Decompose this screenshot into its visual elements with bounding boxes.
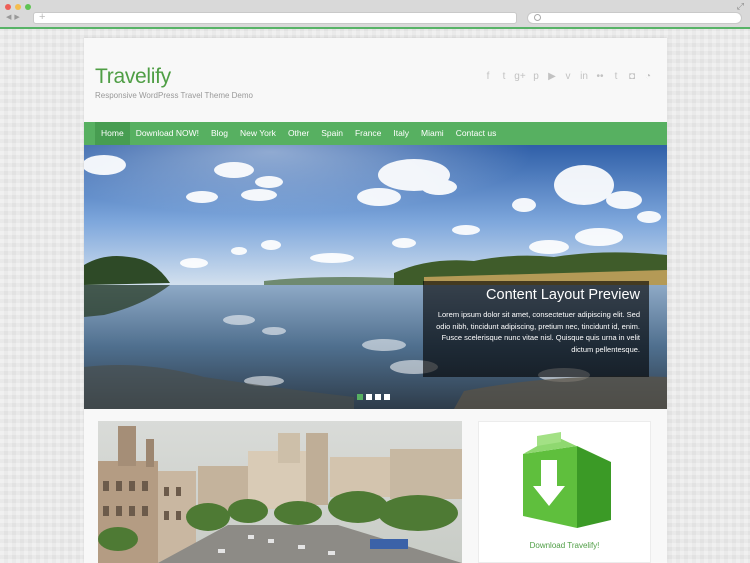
zoom-window-button[interactable] <box>25 4 31 10</box>
linkedin-icon[interactable]: in <box>578 71 590 82</box>
slide-caption[interactable]: Content Layout Preview Lorem ipsum dolor… <box>423 281 649 377</box>
plus-icon: + <box>39 11 46 23</box>
resize-icon[interactable]: ⤢ <box>737 1 744 12</box>
nav-item-miami[interactable]: Miami <box>415 122 450 145</box>
search-icon <box>534 14 541 21</box>
download-box-icon[interactable] <box>519 432 613 532</box>
slider-pagination <box>357 394 390 400</box>
slide-caption-text: Lorem ipsum dolor sit amet, consectetuer… <box>436 310 640 354</box>
site-title[interactable]: Travelify <box>95 65 171 89</box>
twitter-icon[interactable]: t <box>498 71 510 82</box>
slider-dot[interactable] <box>357 394 363 400</box>
minimize-window-button[interactable] <box>15 4 21 10</box>
back-forward-arrows-icon[interactable]: ◀▶ <box>6 13 23 21</box>
close-window-button[interactable] <box>5 4 11 10</box>
main-navigation: Home Download NOW! Blog New York Other Spain F… <box>84 122 667 145</box>
instagram-icon[interactable]: ◘ <box>626 71 638 82</box>
slide-caption-title[interactable]: Content Layout Preview <box>431 287 640 303</box>
site-page: Travelify Responsive WordPress Travel Th… <box>84 38 667 563</box>
slider-dot[interactable] <box>366 394 372 400</box>
address-bar[interactable]: + <box>33 11 517 24</box>
youtube-icon[interactable]: ▶ <box>546 71 558 82</box>
nav-item-spain[interactable]: Spain <box>315 122 349 145</box>
social-icons: f t g+ p ▶ v in •• t ◘ ◔ <box>482 71 654 82</box>
post-thumbnail[interactable] <box>98 421 462 563</box>
featured-slider: Content Layout Preview Lorem ipsum dolor… <box>84 145 667 409</box>
nav-item-other[interactable]: Other <box>282 122 315 145</box>
slider-dot[interactable] <box>375 394 381 400</box>
post-thumbnail-image <box>98 421 462 563</box>
nav-item-contact-us[interactable]: Contact us <box>450 122 503 145</box>
nav-item-blog[interactable]: Blog <box>205 122 234 145</box>
flickr-icon[interactable]: •• <box>594 71 606 82</box>
google-plus-icon[interactable]: g+ <box>514 71 526 82</box>
slider-dot[interactable] <box>384 394 390 400</box>
download-link[interactable]: Download Travelify! <box>479 541 650 550</box>
rss-icon[interactable]: ◔ <box>642 71 654 82</box>
site-tagline: Responsive WordPress Travel Theme Demo <box>95 91 253 100</box>
browser-chrome: ◀▶ + ⤢ <box>0 0 750 29</box>
pinterest-icon[interactable]: p <box>530 71 542 82</box>
vimeo-icon[interactable]: v <box>562 71 574 82</box>
tumblr-icon[interactable]: t <box>610 71 622 82</box>
browser-search-field[interactable] <box>527 12 742 24</box>
download-widget: Download Travelify! <box>478 421 651 563</box>
nav-item-new-york[interactable]: New York <box>234 122 282 145</box>
nav-item-download-now[interactable]: Download NOW! <box>130 122 205 145</box>
facebook-icon[interactable]: f <box>482 71 494 82</box>
nav-item-france[interactable]: France <box>349 122 387 145</box>
nav-item-home[interactable]: Home <box>95 122 130 145</box>
nav-item-italy[interactable]: Italy <box>387 122 415 145</box>
